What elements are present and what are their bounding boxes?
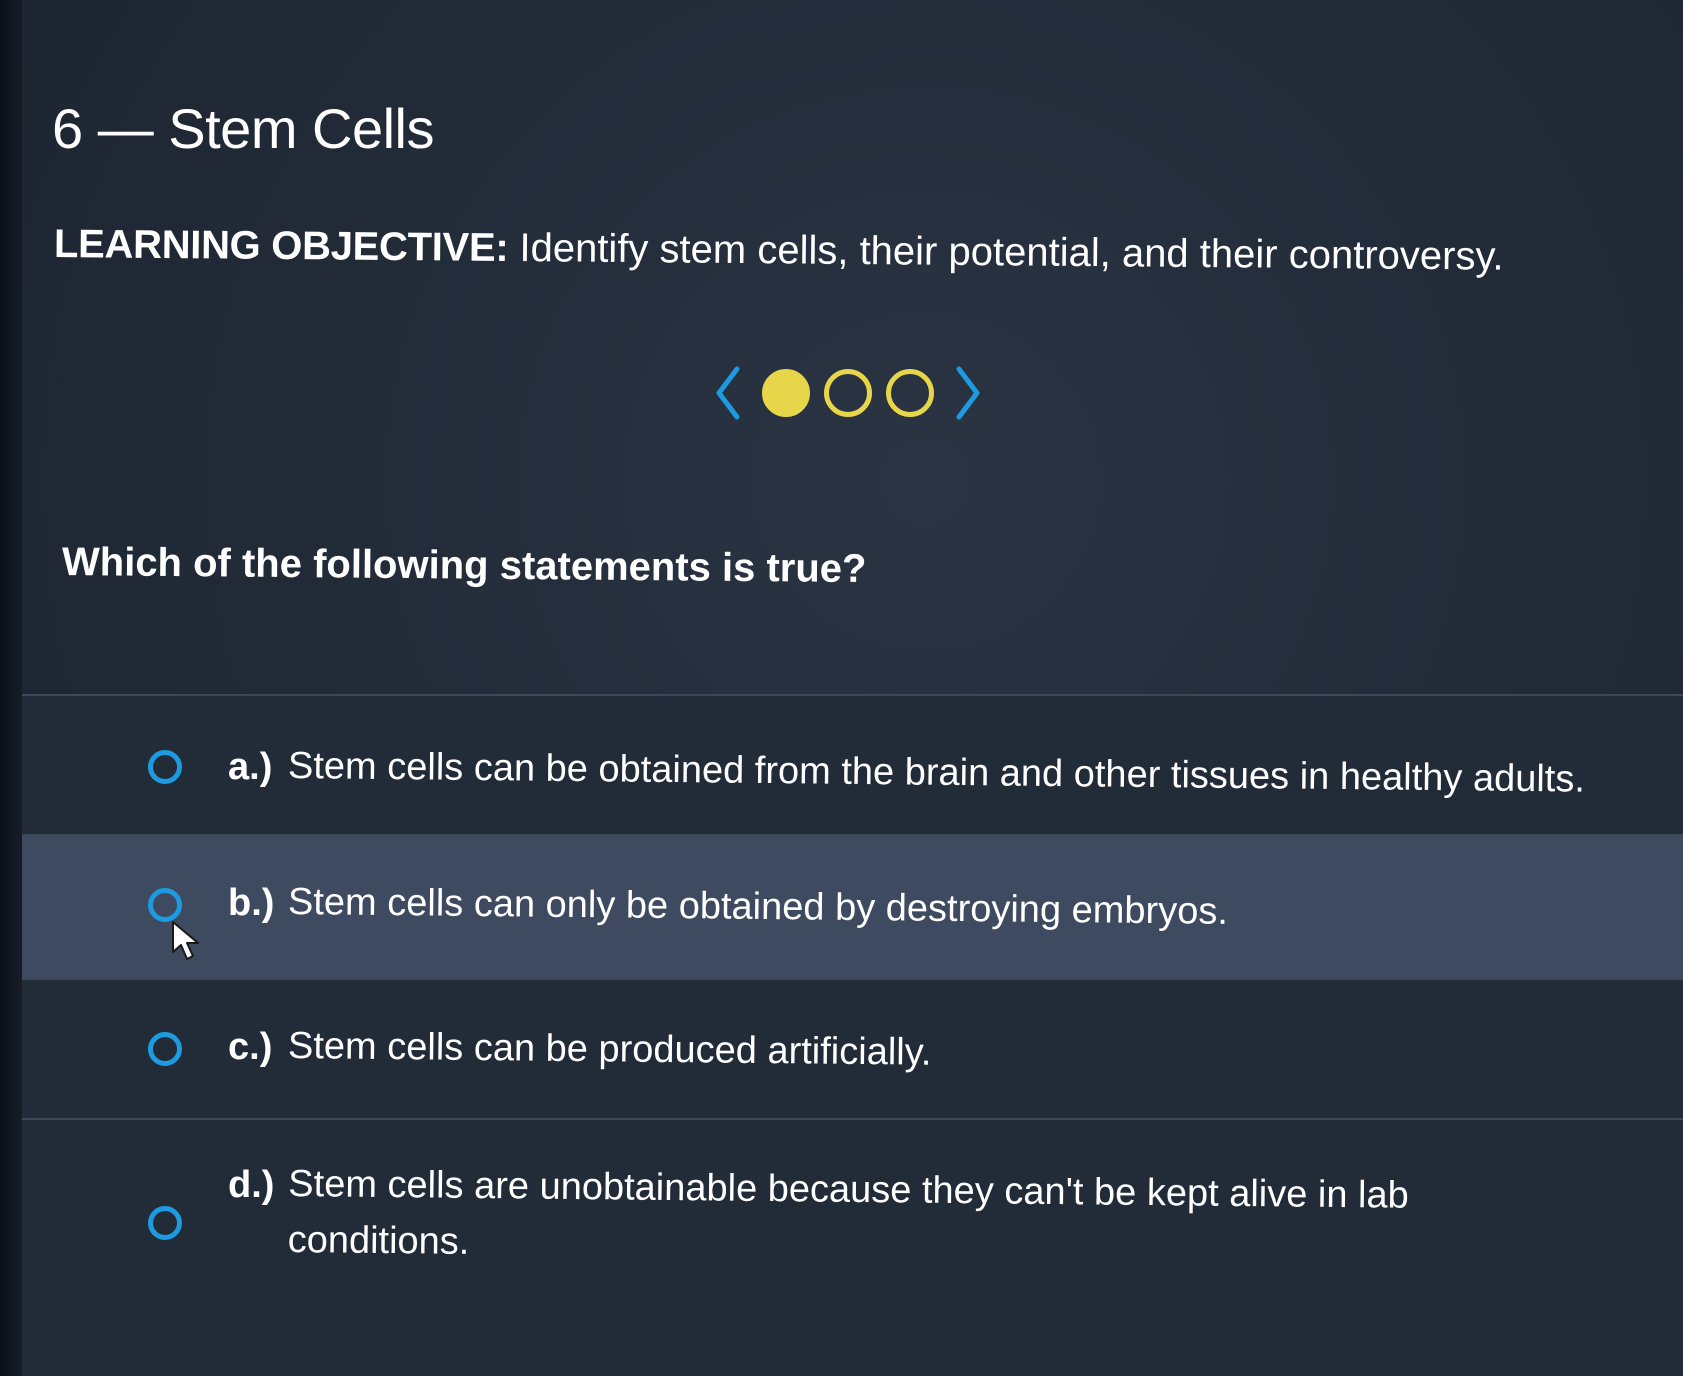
learning-objective: LEARNING OBJECTIVE: Identify stem cells,… [54, 222, 1504, 280]
quiz-screen: 6 — Stem Cells LEARNING OBJECTIVE: Ident… [0, 0, 1683, 1376]
page-title: 6 — Stem Cells [52, 97, 435, 160]
pager-dot-1[interactable] [762, 369, 810, 417]
option-letter: d.) [228, 1164, 275, 1206]
option-letter: c.) [228, 1026, 273, 1068]
option-text: Stem cells are unobtainable because they… [287, 1163, 1409, 1263]
chevron-left-icon [716, 366, 740, 420]
radio-button-c[interactable] [148, 1032, 182, 1066]
option-letter: b.) [228, 882, 275, 924]
pager-dot-3[interactable] [886, 369, 934, 417]
next-button[interactable] [948, 363, 988, 423]
option-letter: a.) [228, 746, 273, 788]
question-text: Which of the following statements is tru… [61, 540, 867, 592]
option-text: Stem cells can be produced artificially. [287, 1025, 932, 1074]
previous-button[interactable] [708, 363, 748, 423]
objective-label: LEARNING OBJECTIVE: [53, 222, 509, 270]
radio-button-b[interactable] [148, 888, 182, 922]
objective-text: Identify stem cells, their potential, an… [519, 226, 1504, 279]
chevron-right-icon [956, 366, 980, 420]
answer-option-b[interactable]: b.) Stem cells can only be obtained by d… [22, 834, 1683, 978]
screen-bezel [0, 0, 22, 1376]
question-pager [708, 358, 988, 428]
answer-options: a.) Stem cells can be obtained from the … [22, 694, 1683, 1376]
answer-option-a[interactable]: a.) Stem cells can be obtained from the … [22, 694, 1683, 834]
pager-dot-2[interactable] [824, 369, 872, 417]
answer-option-d[interactable]: d.) Stem cells are unobtainable because … [22, 1118, 1683, 1376]
option-text: Stem cells can only be obtained by destr… [287, 881, 1229, 933]
radio-button-d[interactable] [148, 1206, 182, 1240]
radio-button-a[interactable] [148, 750, 182, 784]
option-text: Stem cells can be obtained from the brai… [287, 745, 1586, 801]
answer-option-c[interactable]: c.) Stem cells can be produced artificia… [22, 978, 1683, 1118]
